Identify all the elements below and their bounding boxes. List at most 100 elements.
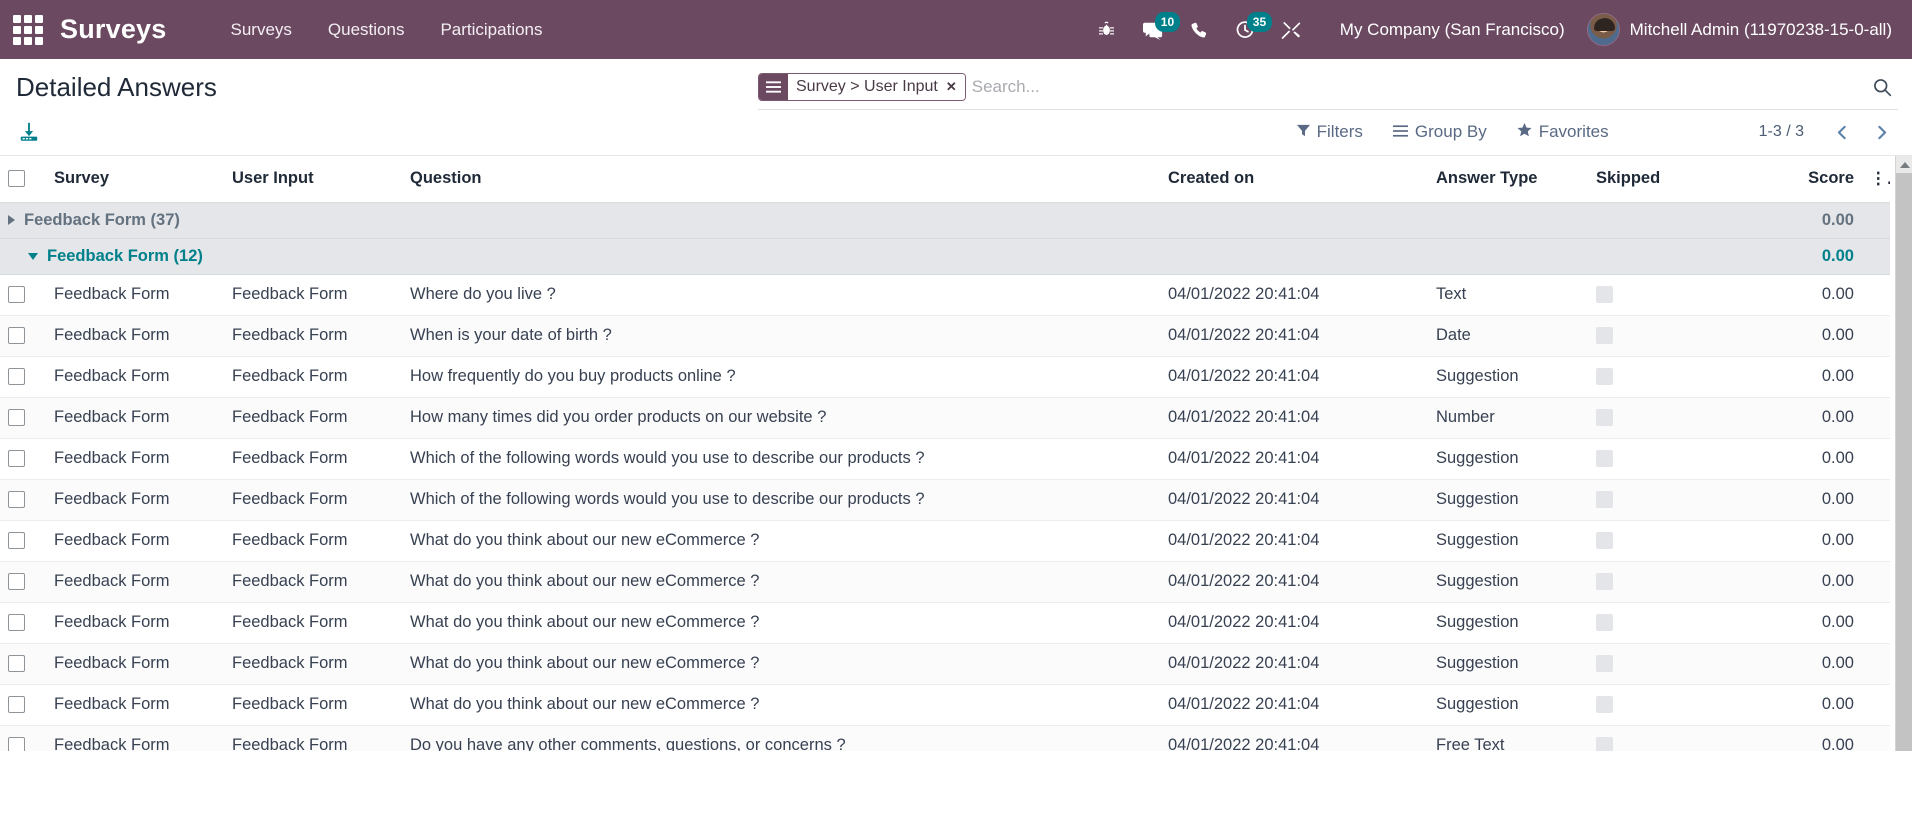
vertical-dots-icon[interactable]: ⋮ bbox=[1862, 156, 1890, 203]
column-header-user-input[interactable]: User Input bbox=[224, 156, 402, 203]
menu-item-questions[interactable]: Questions bbox=[310, 12, 423, 48]
group-row[interactable]: Feedback Form (12) 0.00 bbox=[0, 238, 1890, 275]
cell-created-on: 04/01/2022 20:41:04 bbox=[1168, 613, 1320, 631]
group-by-button[interactable]: Group By bbox=[1392, 122, 1487, 142]
cell-answer-type: Number bbox=[1436, 408, 1495, 426]
cell-question: When is your date of birth ? bbox=[410, 326, 612, 344]
column-header-answer-type[interactable]: Answer Type bbox=[1428, 156, 1588, 203]
cell-user-input: Feedback Form bbox=[232, 326, 348, 344]
cell-created-on: 04/01/2022 20:41:04 bbox=[1168, 490, 1320, 508]
cell-options-spacer bbox=[1862, 356, 1890, 397]
control-panel: Detailed Answers Survey > User Input ✕ S… bbox=[0, 59, 1912, 156]
company-selector[interactable]: My Company (San Francisco) bbox=[1340, 20, 1565, 40]
caret-right-icon[interactable] bbox=[8, 215, 15, 225]
row-checkbox[interactable] bbox=[8, 286, 25, 304]
column-header-question[interactable]: Question bbox=[402, 156, 1160, 203]
facet-remove-icon[interactable]: ✕ bbox=[946, 79, 957, 95]
cell-question: What do you think about our new eCommerc… bbox=[410, 695, 760, 713]
vertical-scrollbar[interactable] bbox=[1895, 156, 1912, 751]
table-row[interactable]: Feedback Form Feedback Form Which of the f… bbox=[0, 438, 1890, 479]
activity-clock-icon[interactable]: 35 bbox=[1222, 10, 1273, 50]
download-icon[interactable] bbox=[14, 119, 44, 145]
table-row[interactable]: Feedback Form Feedback Form What do you th… bbox=[0, 520, 1890, 561]
column-header-score[interactable]: Score bbox=[1768, 156, 1862, 203]
table-row[interactable]: Feedback Form Feedback Form How frequently… bbox=[0, 356, 1890, 397]
column-header-survey[interactable]: Survey bbox=[46, 156, 224, 203]
filters-label: Filters bbox=[1316, 122, 1363, 141]
user-menu[interactable]: Mitchell Admin (11970238-15-0-all) bbox=[1586, 13, 1896, 46]
table-row[interactable]: Feedback Form Feedback Form Where do you l… bbox=[0, 274, 1890, 315]
favorites-button[interactable]: Favorites bbox=[1517, 122, 1609, 142]
skipped-checkbox bbox=[1596, 409, 1613, 427]
skipped-checkbox bbox=[1596, 491, 1613, 509]
app-brand-title[interactable]: Surveys bbox=[60, 14, 166, 45]
cell-question: Which of the following words would you u… bbox=[410, 490, 925, 508]
menu-item-participations[interactable]: Participations bbox=[422, 12, 560, 48]
cell-score: 0.00 bbox=[1821, 490, 1854, 508]
row-checkbox[interactable] bbox=[8, 327, 25, 345]
group-row-label: Feedback Form (37) bbox=[24, 210, 180, 229]
row-checkbox[interactable] bbox=[8, 573, 25, 591]
cell-question: How many times did you order products on… bbox=[410, 408, 827, 426]
messages-icon[interactable]: 10 bbox=[1130, 10, 1181, 50]
bug-icon[interactable] bbox=[1084, 10, 1130, 50]
cell-created-on: 04/01/2022 20:41:04 bbox=[1168, 736, 1320, 751]
cell-options-spacer bbox=[1862, 520, 1890, 561]
cell-survey: Feedback Form bbox=[54, 449, 170, 467]
row-checkbox[interactable] bbox=[8, 450, 25, 468]
table-row[interactable]: Feedback Form Feedback Form What do you th… bbox=[0, 684, 1890, 725]
row-select-cell bbox=[0, 520, 46, 561]
cell-options-spacer bbox=[1862, 643, 1890, 684]
row-select-cell bbox=[0, 274, 46, 315]
cell-answer-type: Free Text bbox=[1436, 736, 1505, 751]
row-checkbox[interactable] bbox=[8, 491, 25, 509]
table-row[interactable]: Feedback Form Feedback Form What do you th… bbox=[0, 643, 1890, 684]
row-select-cell bbox=[0, 438, 46, 479]
row-checkbox[interactable] bbox=[8, 737, 25, 751]
row-checkbox[interactable] bbox=[8, 696, 25, 714]
cell-options-spacer bbox=[1862, 602, 1890, 643]
avatar bbox=[1586, 13, 1620, 46]
cell-skipped bbox=[1588, 438, 1768, 479]
cell-created-on: 04/01/2022 20:41:04 bbox=[1168, 285, 1320, 303]
phone-icon[interactable] bbox=[1176, 10, 1222, 50]
select-all-checkbox[interactable] bbox=[8, 170, 25, 188]
skipped-checkbox bbox=[1596, 655, 1613, 673]
filters-button[interactable]: Filters bbox=[1296, 122, 1363, 142]
search-input[interactable] bbox=[971, 75, 1866, 99]
group-row[interactable]: Feedback Form (37) 0.00 bbox=[0, 202, 1890, 239]
table-row[interactable]: Feedback Form Feedback Form Which of the f… bbox=[0, 479, 1890, 520]
group-row-label-cell[interactable]: Feedback Form (12) bbox=[0, 238, 1768, 275]
cell-answer-type: Suggestion bbox=[1436, 449, 1519, 467]
cell-answer-type: Suggestion bbox=[1436, 367, 1519, 385]
group-row-label-cell[interactable]: Feedback Form (37) bbox=[0, 202, 1768, 239]
apps-grid-icon[interactable] bbox=[10, 12, 46, 48]
column-header-created-on[interactable]: Created on bbox=[1160, 156, 1428, 203]
row-checkbox[interactable] bbox=[8, 368, 25, 386]
cell-skipped bbox=[1588, 725, 1768, 751]
column-header-skipped[interactable]: Skipped bbox=[1588, 156, 1768, 203]
row-checkbox[interactable] bbox=[8, 409, 25, 427]
chevron-left-icon[interactable] bbox=[1826, 122, 1859, 143]
tools-icon[interactable] bbox=[1268, 10, 1314, 50]
page-title: Detailed Answers bbox=[16, 72, 217, 102]
scroll-up-icon[interactable] bbox=[1896, 156, 1912, 173]
table-row[interactable]: Feedback Form Feedback Form Do you have an… bbox=[0, 725, 1890, 751]
table-row[interactable]: Feedback Form Feedback Form When is your d… bbox=[0, 315, 1890, 356]
search-facet-survey-user-input[interactable]: Survey > User Input ✕ bbox=[758, 73, 966, 101]
cell-skipped bbox=[1588, 520, 1768, 561]
caret-down-icon[interactable] bbox=[28, 252, 38, 260]
group-row-score: 0.00 bbox=[1768, 202, 1862, 239]
search-icon[interactable] bbox=[1866, 77, 1898, 97]
table-row[interactable]: Feedback Form Feedback Form How many times… bbox=[0, 397, 1890, 438]
top-navbar: Surveys Surveys Questions Participations bbox=[0, 0, 1912, 59]
row-checkbox[interactable] bbox=[8, 614, 25, 632]
cell-question: Where do you live ? bbox=[410, 285, 556, 303]
table-row[interactable]: Feedback Form Feedback Form What do you th… bbox=[0, 602, 1890, 643]
row-checkbox[interactable] bbox=[8, 532, 25, 550]
menu-item-surveys[interactable]: Surveys bbox=[212, 12, 309, 48]
row-checkbox[interactable] bbox=[8, 655, 25, 673]
table-row[interactable]: Feedback Form Feedback Form What do you th… bbox=[0, 561, 1890, 602]
chevron-right-icon[interactable] bbox=[1865, 122, 1898, 143]
cell-options-spacer bbox=[1862, 725, 1890, 751]
